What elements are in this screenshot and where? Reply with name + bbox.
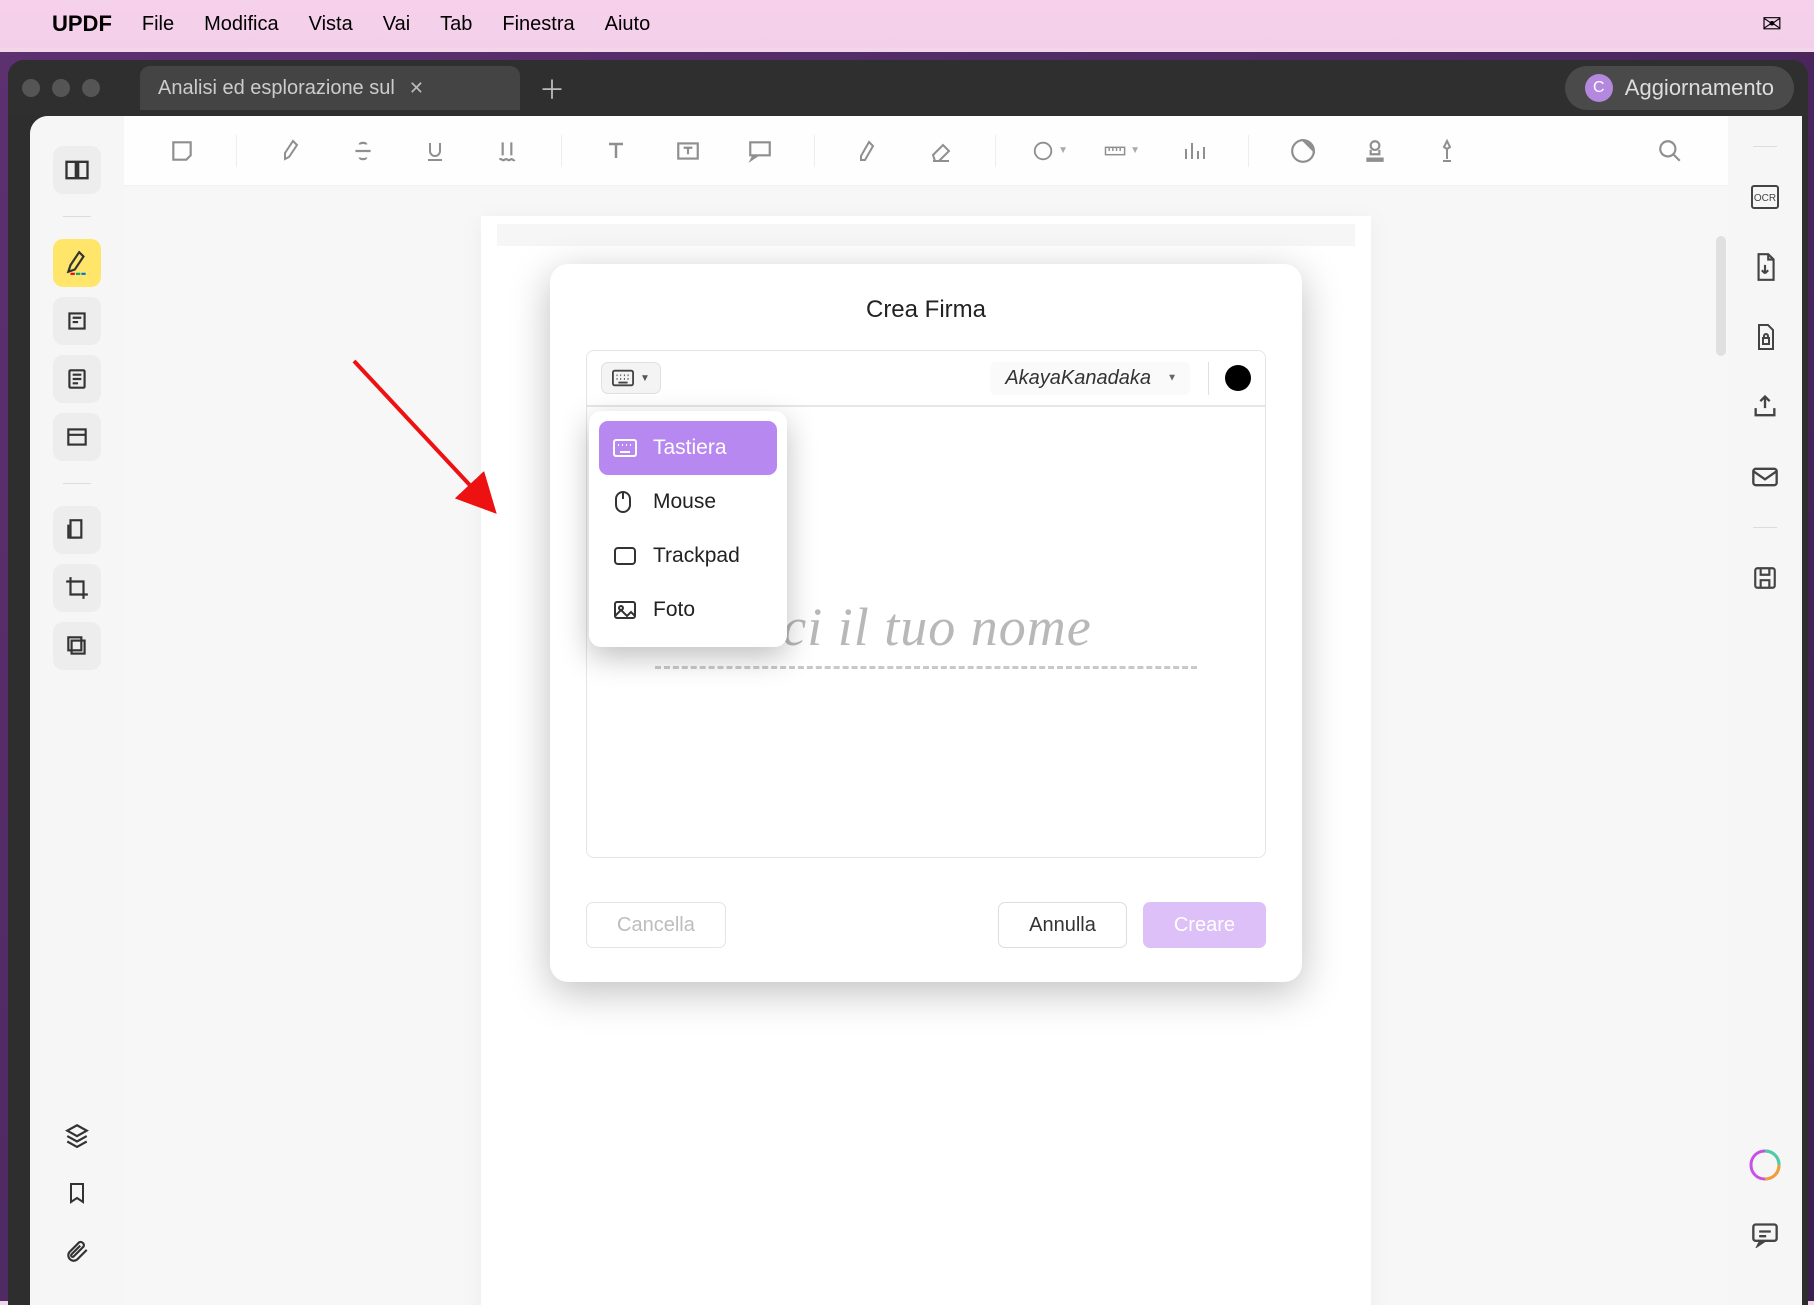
separator xyxy=(1753,527,1777,528)
crop-tool[interactable] xyxy=(53,564,101,612)
window-controls xyxy=(22,79,100,97)
create-signature-dialog: Crea Firma ▼ AkayaKanadaka ▼ xyxy=(550,264,1302,982)
tab-close-button[interactable]: ✕ xyxy=(409,78,424,99)
left-sidebar xyxy=(30,116,124,1305)
signature-baseline xyxy=(655,666,1197,669)
form-tool[interactable] xyxy=(53,413,101,461)
reader-tool[interactable] xyxy=(53,146,101,194)
keyboard-icon xyxy=(613,439,639,457)
method-label: Foto xyxy=(653,598,695,622)
content-area: ▼ ▼ xyxy=(30,116,1802,1305)
email-button[interactable] xyxy=(1745,457,1785,497)
image-icon xyxy=(613,600,639,620)
menu-help[interactable]: Aiuto xyxy=(605,13,651,36)
method-option-photo[interactable]: Foto xyxy=(599,583,777,637)
page-tool[interactable] xyxy=(53,355,101,403)
signature-toolbar: ▼ AkayaKanadaka ▼ xyxy=(587,351,1265,407)
save-button[interactable] xyxy=(1745,558,1785,598)
close-window-button[interactable] xyxy=(22,79,40,97)
protect-button[interactable] xyxy=(1745,317,1785,357)
export-button[interactable] xyxy=(1745,247,1785,287)
create-button[interactable]: Creare xyxy=(1143,902,1266,948)
main-panel: ▼ ▼ xyxy=(124,116,1728,1305)
input-method-button[interactable]: ▼ xyxy=(601,362,661,394)
organize-tool[interactable] xyxy=(53,506,101,554)
keyboard-icon xyxy=(612,369,634,387)
window-tabbar: Analisi ed esplorazione sul ✕ ＋ C Aggior… xyxy=(8,60,1808,116)
menu-file[interactable]: File xyxy=(142,13,174,36)
method-label: Tastiera xyxy=(653,436,727,460)
minimize-window-button[interactable] xyxy=(52,79,70,97)
app-window: Analisi ed esplorazione sul ✕ ＋ C Aggior… xyxy=(8,60,1808,1305)
method-option-keyboard[interactable]: Tastiera xyxy=(599,421,777,475)
attachment-tool[interactable] xyxy=(53,1227,101,1275)
menu-tab[interactable]: Tab xyxy=(440,13,472,36)
method-option-mouse[interactable]: Mouse xyxy=(599,475,777,529)
copy-tool[interactable] xyxy=(53,622,101,670)
font-name-label: AkayaKanadaka xyxy=(1005,367,1151,389)
svg-text:OCR: OCR xyxy=(1754,193,1776,204)
color-picker[interactable] xyxy=(1225,365,1251,391)
edit-text-tool[interactable] xyxy=(53,297,101,345)
separator xyxy=(63,216,91,217)
method-label: Mouse xyxy=(653,490,716,514)
chevron-down-icon: ▼ xyxy=(1167,373,1177,384)
right-sidebar: OCR xyxy=(1728,116,1802,1305)
menu-window[interactable]: Finestra xyxy=(502,13,574,36)
mouse-icon xyxy=(613,490,639,514)
signature-panel: ▼ AkayaKanadaka ▼ xyxy=(586,350,1266,858)
layers-tool[interactable] xyxy=(53,1111,101,1159)
dialog-actions: Cancella Annulla Creare xyxy=(586,902,1266,948)
ai-assistant-button[interactable] xyxy=(1745,1145,1785,1185)
separator xyxy=(1753,146,1777,147)
comment-button[interactable] xyxy=(1745,1215,1785,1255)
cancel-button[interactable]: Annulla xyxy=(998,902,1127,948)
new-tab-button[interactable]: ＋ xyxy=(534,70,570,106)
trackpad-icon xyxy=(613,546,639,566)
menubar-tray-icon[interactable]: ✉ xyxy=(1762,10,1792,39)
desktop-background: Analisi ed esplorazione sul ✕ ＋ C Aggior… xyxy=(0,52,1814,1301)
update-label: Aggiornamento xyxy=(1625,75,1774,101)
method-option-trackpad[interactable]: Trackpad xyxy=(599,529,777,583)
font-dropdown[interactable]: AkayaKanadaka ▼ xyxy=(990,362,1190,395)
menu-go[interactable]: Vai xyxy=(383,13,410,36)
separator xyxy=(63,483,91,484)
update-button[interactable]: C Aggiornamento xyxy=(1565,66,1794,110)
dialog-title: Crea Firma xyxy=(586,296,1266,324)
macos-menubar: UPDF File Modifica Vista Vai Tab Finestr… xyxy=(0,0,1814,48)
app-name[interactable]: UPDF xyxy=(52,11,112,37)
document-tab[interactable]: Analisi ed esplorazione sul ✕ xyxy=(140,66,520,110)
user-avatar: C xyxy=(1585,74,1613,102)
bookmark-tool[interactable] xyxy=(53,1169,101,1217)
input-method-dropdown: Tastiera Mouse xyxy=(589,411,787,647)
method-label: Trackpad xyxy=(653,544,740,568)
clear-button[interactable]: Cancella xyxy=(586,902,726,948)
highlight-tool[interactable] xyxy=(53,239,101,287)
font-select-group: AkayaKanadaka ▼ xyxy=(990,362,1209,395)
menu-edit[interactable]: Modifica xyxy=(204,13,278,36)
share-button[interactable] xyxy=(1745,387,1785,427)
ocr-button[interactable]: OCR xyxy=(1745,177,1785,217)
tab-title: Analisi ed esplorazione sul xyxy=(158,77,395,100)
maximize-window-button[interactable] xyxy=(82,79,100,97)
menu-view[interactable]: Vista xyxy=(309,13,353,36)
chevron-down-icon: ▼ xyxy=(640,373,650,384)
